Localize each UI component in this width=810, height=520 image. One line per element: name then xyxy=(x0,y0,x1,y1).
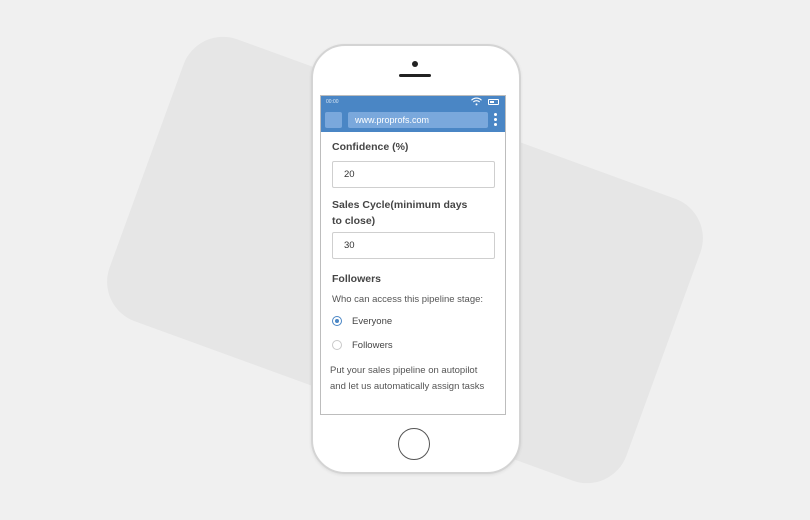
form-content: Confidence (%) 20 Sales Cycle(minimum da… xyxy=(321,139,505,395)
promo-line-1: Put your sales pipeline on autopilot xyxy=(330,365,478,376)
confidence-label: Confidence (%) xyxy=(332,141,409,153)
more-vert-icon[interactable] xyxy=(494,113,497,128)
radio-label-followers: Followers xyxy=(352,339,393,351)
home-button[interactable] xyxy=(398,428,430,460)
status-bar: 00:00 xyxy=(321,96,505,108)
confidence-input[interactable]: 20 xyxy=(332,161,495,188)
phone-screen: 00:00 www.proprofs.com Confidence (%) 20… xyxy=(320,95,506,415)
followers-question: Who can access this pipeline stage: xyxy=(332,294,484,305)
wifi-icon xyxy=(471,97,482,106)
speaker-grille xyxy=(399,74,431,77)
status-time: 00:00 xyxy=(326,99,339,105)
browser-toolbar: www.proprofs.com xyxy=(321,108,505,132)
promo-line-2: and let us automatically assign tasks xyxy=(330,381,485,392)
radio-option-everyone[interactable]: Everyone xyxy=(332,309,495,333)
radio-unchecked-icon[interactable] xyxy=(332,340,342,350)
followers-label: Followers xyxy=(332,273,382,285)
url-bar[interactable]: www.proprofs.com xyxy=(348,112,488,128)
radio-label-everyone: Everyone xyxy=(352,315,393,327)
radio-checked-icon[interactable] xyxy=(332,316,342,326)
sales-cycle-input[interactable]: 30 xyxy=(332,232,495,259)
battery-icon xyxy=(488,99,499,105)
camera-icon xyxy=(412,61,418,67)
radio-option-followers[interactable]: Followers xyxy=(332,333,495,357)
sales-cycle-label-line1: Sales Cycle(minimum days xyxy=(332,199,468,211)
tabs-button[interactable] xyxy=(325,112,342,128)
sales-cycle-label-line2: to close) xyxy=(332,215,376,227)
